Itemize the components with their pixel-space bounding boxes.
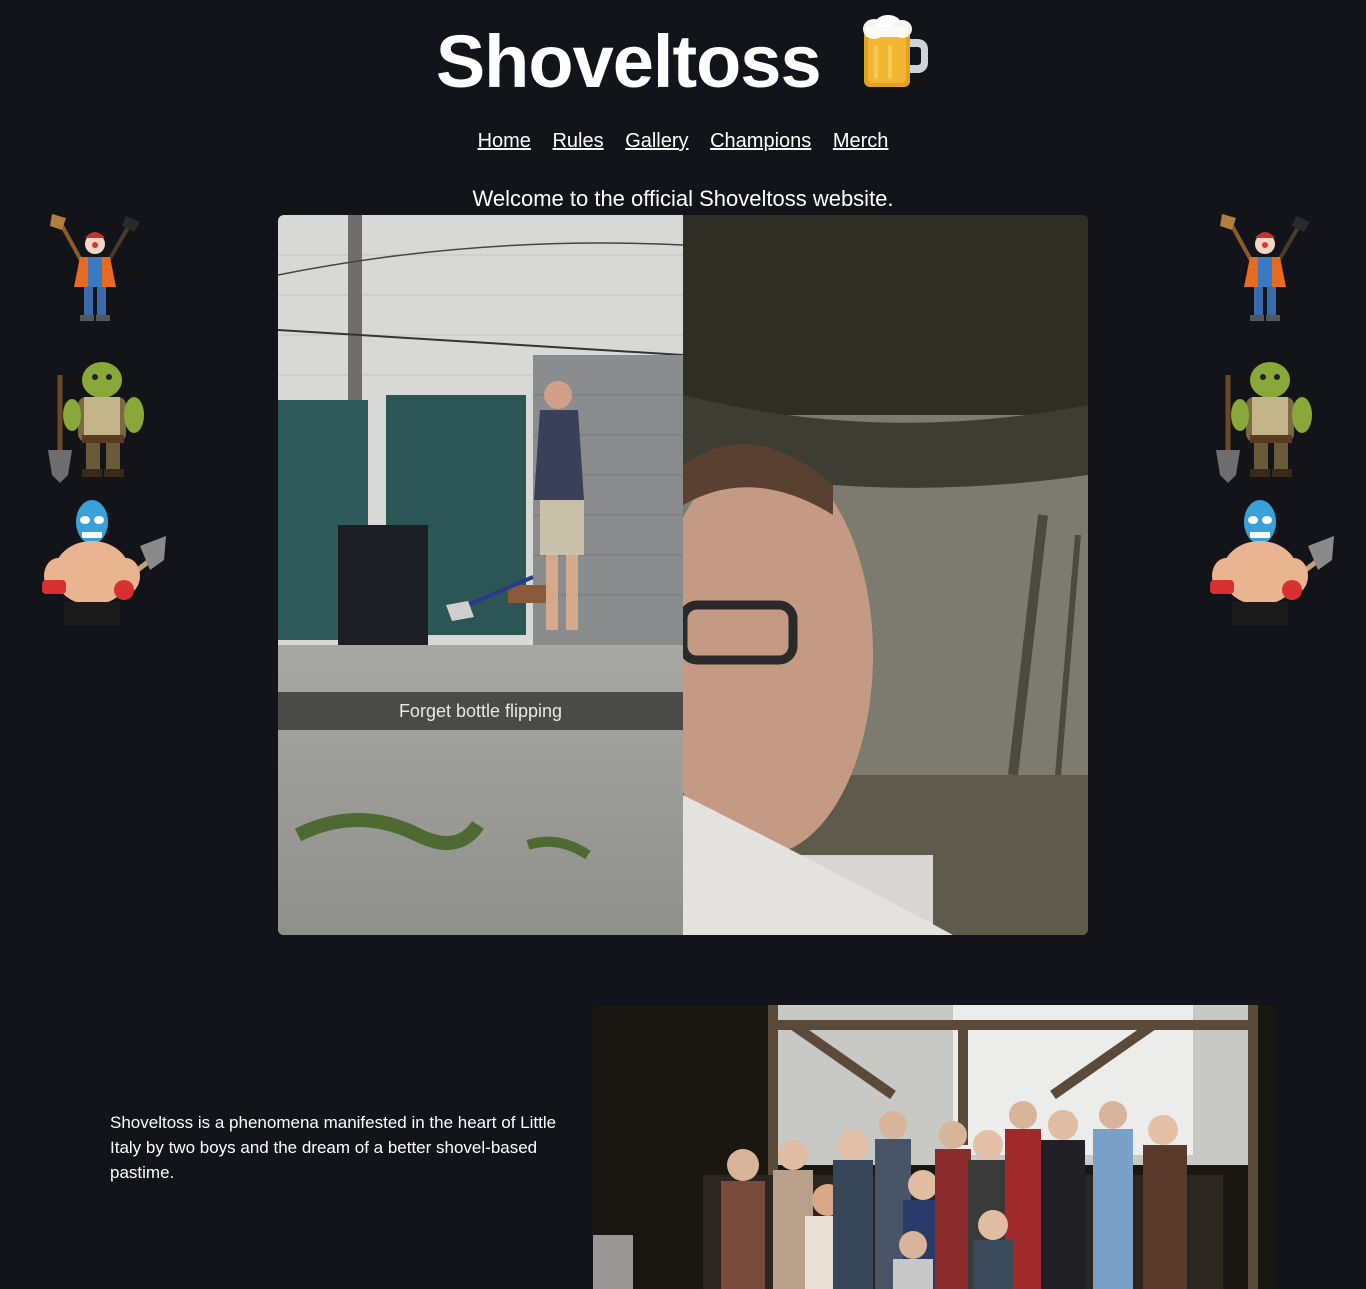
about-text: Shoveltoss is a phenomena manifested in … [110, 1113, 557, 1182]
welcome-heading: Welcome to the official Shoveltoss websi… [472, 186, 894, 211]
nav-link-home[interactable]: Home [478, 130, 531, 152]
nav-link-rules[interactable]: Rules [552, 130, 603, 152]
beer-mug-icon [860, 14, 930, 108]
luchador-with-shovel-icon [38, 498, 168, 633]
clown-with-shovel-icon [1210, 212, 1320, 332]
page: Shoveltoss Home Rules Gallery Champions … [0, 0, 1366, 1289]
nav-link-gallery[interactable]: Gallery [625, 130, 688, 152]
video-left-frame: Forget bottle flipping [278, 215, 684, 935]
nav-link-merch[interactable]: Merch [833, 130, 889, 152]
site-title: Shoveltoss [0, 14, 1366, 114]
group-photo [593, 1005, 1276, 1289]
ogre-with-shovel-icon [42, 355, 152, 490]
main-nav: Home Rules Gallery Champions Merch [0, 128, 1366, 154]
hero-video[interactable]: Forget bottle flipping [278, 215, 1088, 935]
video-right-frame [653, 215, 1088, 935]
nav-link-champions[interactable]: Champions [710, 130, 811, 152]
clown-with-shovel-icon [40, 212, 150, 332]
ogre-with-shovel-icon [1210, 355, 1320, 490]
site-title-text: Shoveltoss [435, 20, 822, 103]
luchador-with-shovel-icon [1206, 498, 1336, 633]
video-caption: Forget bottle flipping [278, 692, 683, 730]
